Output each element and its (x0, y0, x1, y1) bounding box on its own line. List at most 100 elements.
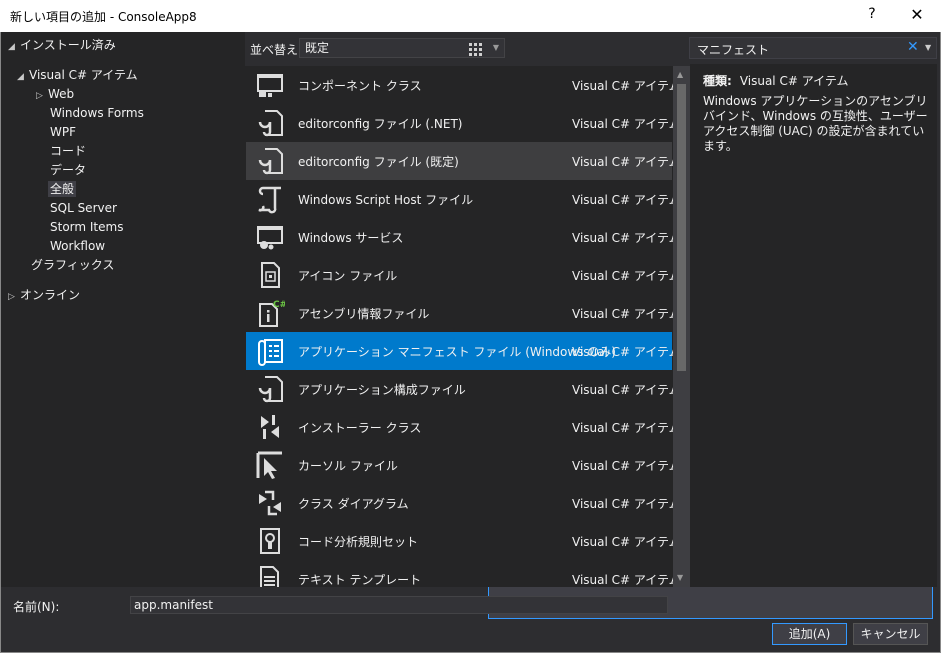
list-item[interactable]: クラス ダイアグラム Visual C# アイテム (246, 484, 681, 522)
tree-item-installed[interactable]: ◢ インストール済み (8, 36, 116, 55)
item-category: Visual C# アイテム (572, 345, 681, 359)
item-name: Windows Script Host ファイル (298, 193, 474, 207)
details-panel: 種類: Visual C# アイテム Windows アプリケーションのアセンブリ… (690, 64, 937, 587)
script-icon (258, 186, 281, 214)
item-category: Visual C# アイテム (572, 535, 681, 549)
item-category: Visual C# アイテム (572, 383, 681, 397)
item-type: 種類: Visual C# アイテム (703, 72, 849, 89)
type-value: Visual C# アイテム (739, 74, 849, 88)
item-name: インストーラー クラス (298, 421, 422, 435)
item-description: Windows アプリケーションのアセンブリ バインド、Windows の互換性… (703, 94, 928, 153)
item-category: Visual C# アイテム (572, 155, 681, 169)
tree-item-web[interactable]: ▷ Web (36, 85, 74, 104)
item-name: アイコン ファイル (298, 269, 398, 283)
expanded-arrow-icon: ◢ (17, 72, 24, 82)
search-box[interactable]: マニフェスト ✕ ▼ (689, 37, 937, 59)
sort-label: 並べ替え: (250, 43, 303, 57)
list-item[interactable]: コード分析規則セット Visual C# アイテム (246, 522, 681, 560)
list-item[interactable]: テキスト テンプレート Visual C# アイテム (246, 560, 681, 587)
expanded-arrow-icon: ◢ (8, 42, 15, 52)
cursor-icon (256, 451, 282, 479)
item-category: Visual C# アイテム (572, 269, 681, 283)
tree-item-wpf[interactable]: WPF (50, 123, 76, 142)
assembly-info-icon: C# (259, 300, 285, 327)
search-options-chevron-icon[interactable]: ▼ (925, 43, 931, 52)
item-name: アプリケーション マニフェスト ファイル (Windows のみ) (298, 345, 616, 359)
tree-item-graphics[interactable]: グラフィックス (31, 256, 114, 275)
item-name: コード分析規則セット (298, 535, 419, 549)
chevron-down-icon: ▼ (492, 43, 499, 52)
tree-label: Windows Forms (50, 106, 144, 120)
scroll-down-icon[interactable]: ▼ (677, 573, 683, 582)
add-button[interactable]: 追加(A) (772, 623, 847, 645)
tree-label: Web (48, 87, 75, 101)
item-category: Visual C# アイテム (572, 307, 681, 321)
svg-text:C#: C# (273, 300, 285, 310)
list-item[interactable]: Windows Script Host ファイル Visual C# アイテム (246, 180, 681, 218)
ruleset-icon (260, 528, 280, 554)
item-name: コンポーネント クラス (298, 79, 422, 93)
item-category: Visual C# アイテム (572, 231, 681, 245)
tree-label: データ (50, 163, 87, 177)
item-name: カーソル ファイル (298, 459, 398, 473)
item-category: Visual C# アイテム (572, 421, 681, 435)
item-category: Visual C# アイテム (572, 193, 681, 207)
tree-item-storm-items[interactable]: Storm Items (50, 218, 123, 237)
help-button[interactable]: ? (860, 6, 884, 22)
list-item[interactable]: インストーラー クラス Visual C# アイテム (246, 408, 681, 446)
grid-view-button[interactable] (464, 38, 486, 60)
installer-icon (261, 415, 279, 439)
tree-label: インストール済み (20, 38, 116, 52)
type-label: 種類: (703, 74, 732, 88)
config-icon (258, 376, 283, 403)
list-item[interactable]: コンポーネント クラス Visual C# アイテム (246, 66, 681, 104)
item-category: Visual C# アイテム (572, 459, 681, 473)
tree-item-visual-cs[interactable]: ◢ Visual C# アイテム (17, 66, 138, 85)
list-item[interactable]: Windows サービス Visual C# アイテム (246, 218, 681, 256)
close-button[interactable]: ✕ (903, 5, 931, 24)
tree-label: WPF (50, 125, 77, 139)
name-input[interactable]: app.manifest (130, 596, 668, 614)
toolbar: 並べ替え: 既定 ▼ (245, 32, 933, 619)
template-list: コンポーネント クラス Visual C# アイテム editorconfig … (245, 66, 690, 587)
tree-label: 全般 (48, 181, 77, 197)
service-icon (257, 226, 283, 250)
class-diagram-icon (259, 490, 281, 516)
list-item[interactable]: アプリケーション構成ファイル Visual C# アイテム (246, 370, 681, 408)
collapsed-arrow-icon: ▷ (8, 292, 15, 302)
list-item[interactable]: アイコン ファイル Visual C# アイテム (246, 256, 681, 294)
tree-label: グラフィックス (31, 258, 115, 272)
item-name: editorconfig ファイル (既定) (298, 155, 459, 169)
list-item-selected[interactable]: アプリケーション マニフェスト ファイル (Windows のみ) Visual… (246, 332, 681, 370)
tree-label: SQL Server (50, 201, 117, 215)
item-category: Visual C# アイテム (572, 117, 681, 131)
search-input[interactable]: マニフェスト (697, 41, 769, 58)
tree-item-sql-server[interactable]: SQL Server (50, 199, 117, 218)
tree-item-windows-forms[interactable]: Windows Forms (50, 104, 144, 123)
title-bar: 新しい項目の追加 - ConsoleApp8 ? ✕ (0, 0, 941, 32)
tree-item-code[interactable]: コード (50, 142, 86, 161)
list-scrollbar[interactable]: ▲ ▼ (673, 66, 690, 587)
window-title: 新しい項目の追加 - ConsoleApp8 (10, 10, 197, 24)
icon-file-icon (261, 262, 280, 288)
tree-item-online[interactable]: ▷ オンライン (8, 286, 80, 305)
item-name: テキスト テンプレート (298, 573, 422, 587)
tree-item-general[interactable]: 全般 (48, 180, 77, 199)
sort-value: 既定 (305, 41, 330, 55)
editorconfig-icon (258, 110, 283, 137)
list-item[interactable]: C# アセンブリ情報ファイル Visual C# アイテム (246, 294, 681, 332)
scroll-up-icon[interactable]: ▲ (677, 70, 683, 79)
list-item[interactable]: editorconfig ファイル (.NET) Visual C# アイテム (246, 104, 681, 142)
tree-item-data[interactable]: データ (50, 161, 86, 180)
item-name: アセンブリ情報ファイル (298, 307, 430, 321)
item-category: Visual C# アイテム (572, 79, 681, 93)
name-label: 名前(N): (13, 600, 60, 614)
tree-item-workflow[interactable]: Workflow (50, 237, 105, 256)
grid-view-icon (469, 43, 482, 56)
cancel-button[interactable]: キャンセル (853, 623, 928, 645)
clear-search-icon[interactable]: ✕ (907, 39, 919, 55)
scrollbar-thumb[interactable] (677, 84, 686, 371)
list-item[interactable]: editorconfig ファイル (既定) Visual C# アイテム (246, 142, 681, 180)
component-icon (257, 74, 283, 97)
list-item[interactable]: カーソル ファイル Visual C# アイテム (246, 446, 681, 484)
